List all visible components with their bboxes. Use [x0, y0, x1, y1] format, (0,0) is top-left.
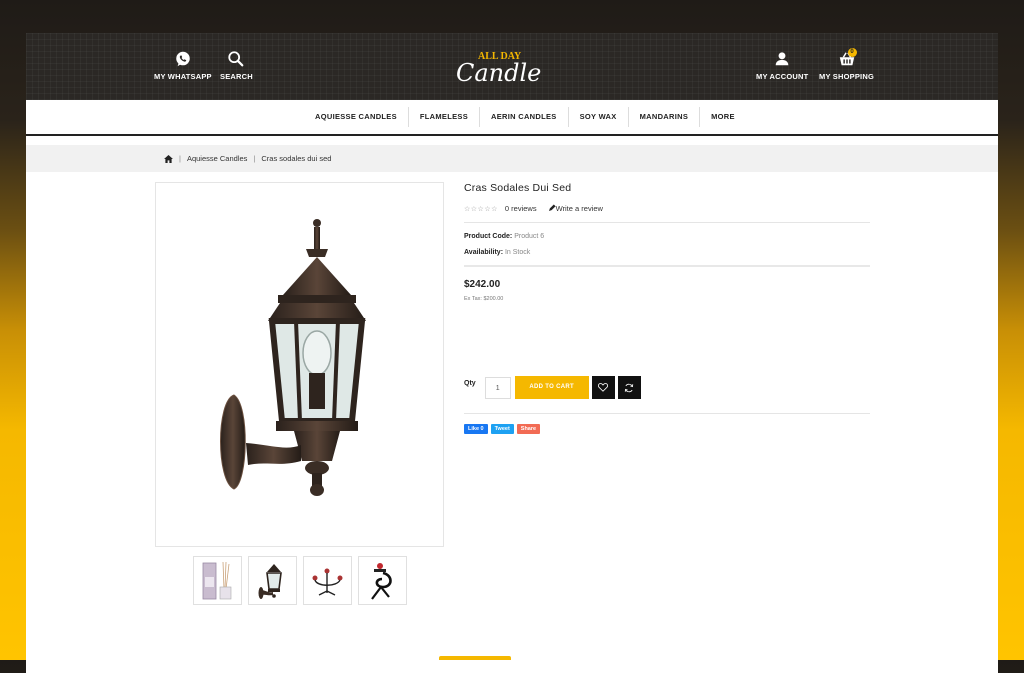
product-code-label: Product Code:	[464, 233, 513, 240]
product-info: Cras Sodales Dui Sed ☆☆☆☆☆ 0 reviews Wri…	[464, 182, 870, 434]
nav-item-soy-wax[interactable]: SOY WAX	[569, 107, 629, 127]
product-title: Cras Sodales Dui Sed	[464, 182, 572, 194]
search-link[interactable]: SEARCH	[220, 49, 253, 81]
candle-holder-thumbnail-image	[371, 563, 392, 600]
logo-text-main: Candle	[456, 59, 541, 87]
nav-item-mandarins[interactable]: MANDARINS	[629, 107, 701, 127]
thumbnail-strip	[193, 556, 407, 605]
whatsapp-label: MY WHATSAPP	[154, 72, 212, 81]
availability-value: In Stock	[504, 249, 531, 256]
diffuser-thumbnail-image	[202, 561, 232, 600]
nav-item-more[interactable]: MORE	[700, 107, 746, 127]
product-code-row: Product Code: Product 6	[464, 233, 870, 240]
qty-label: Qty	[464, 380, 476, 387]
site-logo[interactable]: ALL DAY Candle	[454, 47, 572, 87]
main-nav: AQUIESSE CANDLES FLAMELESS AERIN CANDLES…	[26, 100, 998, 136]
refresh-icon	[625, 383, 634, 392]
bottom-tab-indicator	[439, 656, 511, 660]
rating-row: ☆☆☆☆☆ 0 reviews Write a review	[464, 204, 870, 213]
qty-input[interactable]: 1	[484, 376, 511, 399]
heart-icon	[598, 383, 609, 392]
tweet-button[interactable]: Tweet	[490, 424, 514, 434]
home-icon[interactable]	[164, 154, 173, 163]
thumbnail-lantern[interactable]	[248, 556, 297, 605]
whatsapp-icon	[176, 51, 190, 67]
breadcrumb-separator: |	[253, 154, 256, 163]
reviews-link[interactable]: 0 reviews	[505, 204, 537, 213]
availability-label: Availability:	[464, 249, 504, 256]
breadcrumb-current[interactable]: Cras sodales dui sed	[261, 154, 331, 163]
thumbnail-diffuser[interactable]	[193, 556, 242, 605]
breadcrumb: | Aquiesse Candles | Cras sodales dui se…	[164, 145, 331, 172]
cart-link[interactable]: 0 MY SHOPPING	[819, 48, 874, 81]
breadcrumb-category[interactable]: Aquiesse Candles	[187, 154, 247, 163]
cart-count-badge: 0	[847, 48, 857, 57]
product-price: $242.00	[464, 279, 501, 290]
account-link[interactable]: MY ACCOUNT	[756, 49, 808, 81]
whatsapp-link[interactable]: MY WHATSAPP	[154, 49, 212, 81]
ex-tax-price: Ex Tax: $200.00	[464, 296, 504, 302]
page-frame: MY WHATSAPP SEARCH ALL DAY Candle MY ACC…	[26, 33, 998, 673]
availability-row: Availability: In Stock	[464, 249, 870, 256]
wishlist-button[interactable]	[591, 376, 615, 399]
wall-lantern-image	[220, 219, 366, 496]
add-to-cart-button[interactable]: ADD TO CART	[514, 376, 589, 399]
nav-item-aerin-candles[interactable]: AERIN CANDLES	[480, 107, 569, 127]
write-review-link[interactable]: Write a review	[548, 204, 603, 213]
share-button[interactable]: Share	[516, 424, 541, 434]
candelabra-thumbnail-image	[312, 568, 343, 596]
header-bar: MY WHATSAPP SEARCH ALL DAY Candle MY ACC…	[26, 33, 998, 100]
divider	[464, 265, 870, 267]
pencil-icon	[548, 204, 556, 211]
compare-button[interactable]	[617, 376, 641, 399]
purchase-row: Qty 1 ADD TO CART	[464, 376, 641, 399]
account-label: MY ACCOUNT	[756, 72, 809, 81]
nav-item-flameless[interactable]: FLAMELESS	[409, 107, 481, 127]
search-label: SEARCH	[220, 72, 253, 81]
divider	[464, 413, 870, 414]
breadcrumb-bar: | Aquiesse Candles | Cras sodales dui se…	[26, 145, 998, 172]
nav-list: AQUIESSE CANDLES FLAMELESS AERIN CANDLES…	[304, 100, 746, 134]
nav-item-aquiesse-candles[interactable]: AQUIESSE CANDLES	[304, 107, 409, 127]
facebook-like-button[interactable]: Like 0	[464, 424, 488, 434]
lantern-thumbnail-image	[258, 564, 282, 599]
write-review-label: Write a review	[555, 204, 603, 213]
shopping-label: MY SHOPPING	[819, 72, 874, 81]
breadcrumb-separator: |	[179, 154, 181, 163]
search-icon	[228, 51, 244, 67]
thumbnail-candelabra[interactable]	[303, 556, 352, 605]
rating-stars: ☆☆☆☆☆	[464, 205, 498, 213]
divider	[464, 222, 870, 223]
product-code-value: Product 6	[514, 233, 545, 240]
share-buttons: Like 0 Tweet Share	[464, 424, 541, 434]
main-product-image[interactable]	[155, 182, 444, 547]
user-icon	[775, 52, 789, 66]
thumbnail-candle-holder[interactable]	[358, 556, 407, 605]
